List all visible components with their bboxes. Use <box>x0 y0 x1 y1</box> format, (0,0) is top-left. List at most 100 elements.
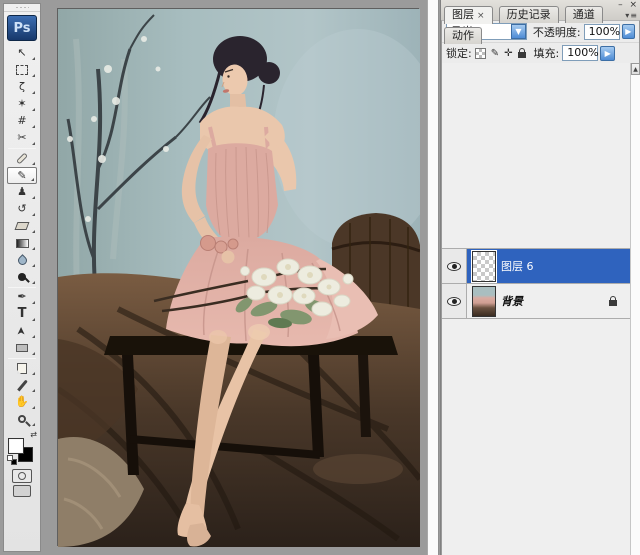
quick-mask-icon <box>18 472 26 480</box>
lock-pixels-icon[interactable]: ✎ <box>491 48 499 59</box>
tool-notes[interactable] <box>7 360 37 377</box>
layer-rows: 图层 6 背景 <box>442 248 630 319</box>
background-name[interactable]: 背景 <box>501 293 523 309</box>
default-colors-icon[interactable] <box>7 455 16 464</box>
visibility-cell[interactable] <box>442 284 467 318</box>
pen-icon: ✒ <box>17 290 26 303</box>
lock-all-icon[interactable] <box>518 52 526 58</box>
hand-icon: ✋ <box>15 395 29 408</box>
color-swatches: ⇄ <box>7 431 37 465</box>
tool-lasso[interactable]: ζ <box>7 79 37 96</box>
tool-blur[interactable] <box>7 252 37 269</box>
tool-gradient[interactable] <box>7 235 37 252</box>
marquee-icon <box>16 65 28 75</box>
zoom-icon <box>18 415 26 423</box>
layer6-name[interactable]: 图层 6 <box>501 258 534 274</box>
layer-row-layer6[interactable]: 图层 6 <box>442 249 630 284</box>
tab-layers-label: 图层 <box>452 8 474 21</box>
chevron-down-icon[interactable]: ▼ <box>511 24 526 39</box>
magic-wand-icon: ✶ <box>17 97 26 110</box>
swap-colors-icon[interactable]: ⇄ <box>30 431 37 439</box>
type-icon: T <box>18 306 27 321</box>
layers-panel: 图层× 历史记录 通道 动作 – × ▾≡ 柔光 ▼ 不透明度: 100% ▶ … <box>440 0 640 555</box>
tool-slice[interactable]: ✂ <box>7 130 37 147</box>
tab-layers[interactable]: 图层× <box>444 6 493 24</box>
tool-brush[interactable]: ✎ <box>7 167 37 184</box>
tab-channels[interactable]: 通道 <box>565 6 603 23</box>
layer6-thumbnail[interactable] <box>472 251 496 282</box>
tool-separator <box>8 287 36 288</box>
document-canvas[interactable] <box>57 8 419 546</box>
opacity-input[interactable]: 100% <box>584 24 620 40</box>
tool-clone-stamp[interactable]: ♟ <box>7 184 37 201</box>
layer-row-background[interactable]: 背景 <box>442 284 630 319</box>
blur-icon <box>16 254 29 267</box>
foreground-color-swatch[interactable] <box>8 438 24 454</box>
tool-move[interactable]: ↖ <box>7 45 37 62</box>
tab-actions-label: 动作 <box>452 29 474 42</box>
eye-icon <box>447 297 461 306</box>
default-foreground <box>7 455 13 461</box>
tab-actions[interactable]: 动作 <box>444 27 482 44</box>
tool-path-selection[interactable]: ➤ <box>7 323 37 340</box>
background-thumbnail[interactable] <box>472 286 496 317</box>
tool-history-brush[interactable]: ↺ <box>7 201 37 218</box>
move-icon: ↖ <box>17 46 26 59</box>
layers-list: ▲ 图层 6 背景 <box>441 63 640 555</box>
path-selection-icon: ➤ <box>14 326 30 335</box>
tab-history-label: 历史记录 <box>507 8 551 21</box>
tool-zoom[interactable] <box>7 411 37 428</box>
quick-mask-button[interactable] <box>12 469 32 483</box>
tool-rectangular-marquee[interactable] <box>7 62 37 79</box>
tool-hand[interactable]: ✋ <box>7 394 37 411</box>
panel-tab-bar: 图层× 历史记录 通道 动作 – × ▾≡ <box>441 0 640 20</box>
opacity-label: 不透明度: <box>533 24 581 40</box>
screen-mode-button[interactable] <box>13 485 31 497</box>
minimize-icon[interactable]: – <box>618 0 623 10</box>
lock-transparency-icon[interactable] <box>475 48 486 59</box>
background-lock-icon <box>609 300 617 306</box>
notes-icon <box>17 363 27 374</box>
tool-dodge[interactable] <box>7 269 37 286</box>
tool-type[interactable]: T <box>7 306 37 323</box>
eyedropper-icon <box>17 379 28 391</box>
tool-eyedropper[interactable] <box>7 377 37 394</box>
tool-eraser[interactable] <box>7 218 37 235</box>
tool-pen[interactable]: ✒ <box>7 289 37 306</box>
tool-magic-wand[interactable]: ✶ <box>7 96 37 113</box>
visibility-cell[interactable] <box>442 249 467 283</box>
lock-icons: ✎ ✛ <box>475 48 526 59</box>
palette-grip[interactable] <box>4 4 40 12</box>
tab-close-icon[interactable]: × <box>477 11 485 21</box>
rectangle-shape-icon <box>16 344 28 352</box>
gradient-icon <box>16 239 29 248</box>
fill-spinner-icon[interactable]: ▶ <box>600 46 615 61</box>
palette-well-strip <box>427 0 439 555</box>
eye-icon <box>447 262 461 271</box>
close-icon[interactable]: × <box>629 0 637 10</box>
tab-channels-label: 通道 <box>573 8 595 21</box>
slice-icon: ✂ <box>17 131 26 144</box>
tool-rectangle-shape[interactable] <box>7 340 37 357</box>
fill-input[interactable]: 100% <box>562 45 598 61</box>
lock-label: 锁定: <box>446 45 472 61</box>
scroll-up-icon[interactable]: ▲ <box>631 63 640 75</box>
lock-position-icon[interactable]: ✛ <box>504 48 512 59</box>
tab-history[interactable]: 历史记录 <box>499 6 559 23</box>
brush-icon: ✎ <box>17 169 26 182</box>
grip-dots-icon <box>15 6 29 9</box>
lasso-icon: ζ <box>19 80 25 93</box>
tool-separator <box>8 358 36 359</box>
layers-scrollbar[interactable]: ▲ <box>630 63 640 555</box>
panel-menu-icon[interactable]: ▾≡ <box>625 11 638 20</box>
fill-label: 填充: <box>534 45 560 61</box>
history-brush-icon: ↺ <box>17 202 26 215</box>
tool-spot-healing-brush[interactable] <box>7 150 37 167</box>
lock-fill-row: 锁定: ✎ ✛ 填充: 100% ▶ <box>442 42 639 63</box>
panel-window-buttons: – × <box>614 0 637 10</box>
tool-crop[interactable]: # <box>7 113 37 130</box>
tool-separator <box>8 148 36 149</box>
dodge-icon <box>18 273 26 281</box>
opacity-spinner-icon[interactable]: ▶ <box>622 24 635 39</box>
photo-woman-with-flowers <box>58 9 420 547</box>
